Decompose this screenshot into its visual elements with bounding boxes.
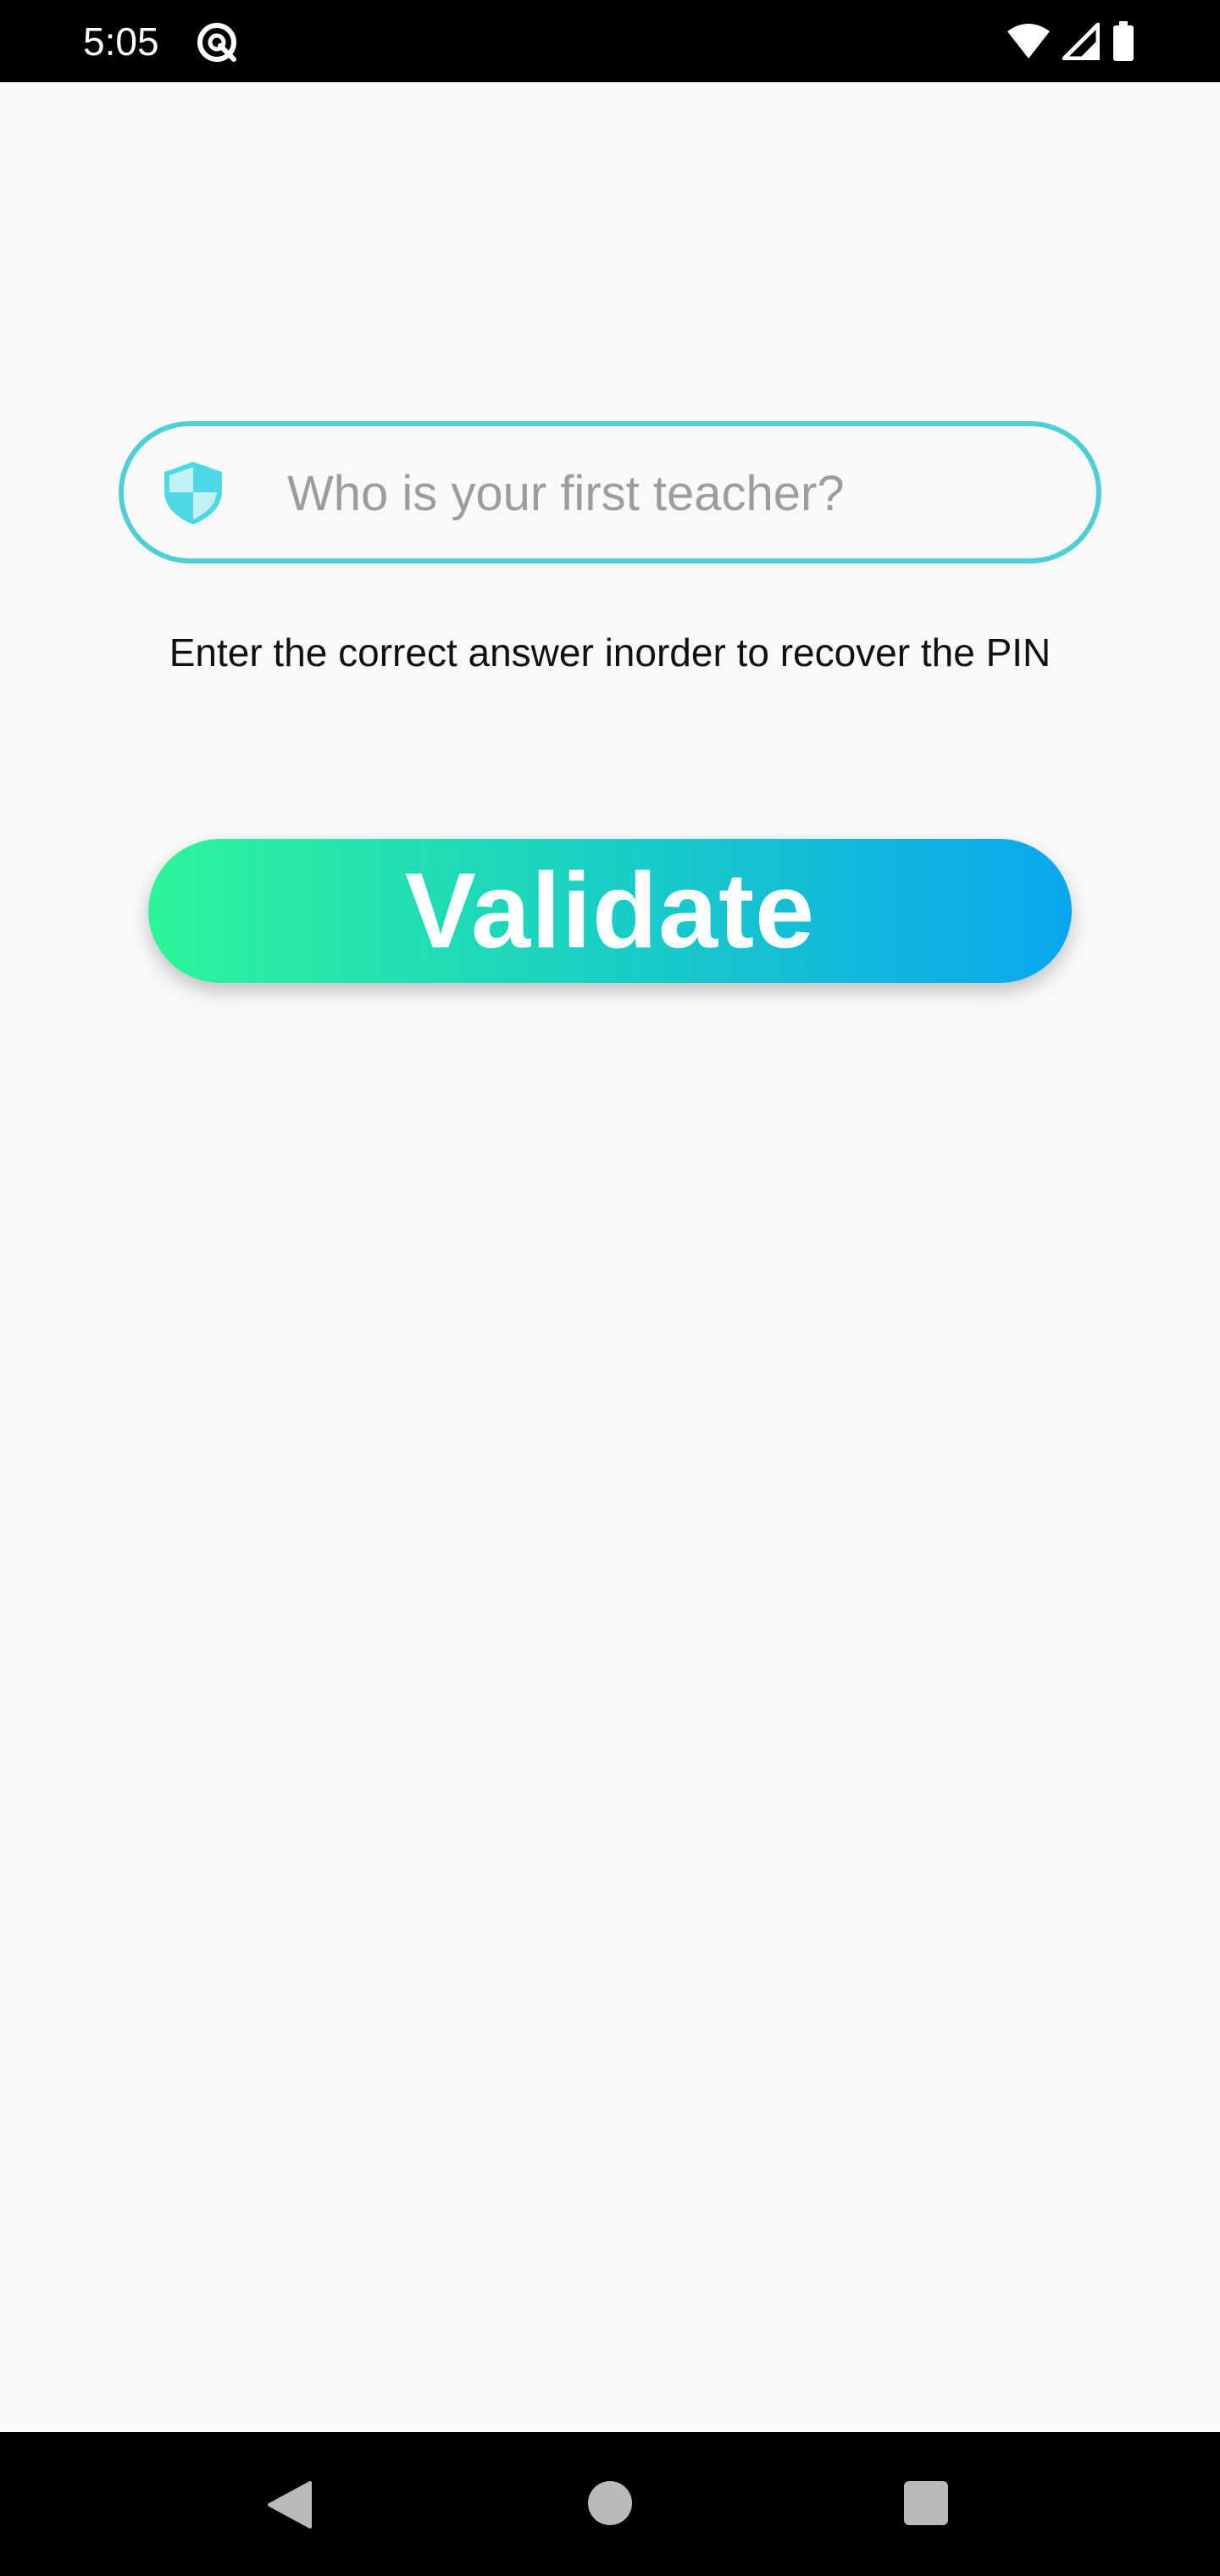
security-answer-field[interactable] xyxy=(119,421,1101,564)
pin-recovery-screen: 5:05 Who is your first teacher? Enter th… xyxy=(0,0,1220,2576)
sync-icon xyxy=(195,20,239,64)
battery-icon xyxy=(1112,21,1135,62)
back-icon[interactable] xyxy=(266,2479,313,2530)
validate-button-label: Validate xyxy=(404,851,816,970)
hint-text: Enter the correct answer inorder to reco… xyxy=(169,630,1051,675)
validate-button[interactable]: Validate xyxy=(148,839,1072,983)
shield-icon xyxy=(161,460,225,526)
status-icons xyxy=(1006,19,1135,64)
status-bar: 5:05 xyxy=(0,0,1220,82)
wifi-icon xyxy=(1006,23,1051,60)
security-answer-input[interactable] xyxy=(287,452,1067,535)
signal-icon xyxy=(1062,23,1100,60)
recents-icon[interactable] xyxy=(904,2481,948,2525)
navigation-bar xyxy=(0,2432,1220,2576)
status-time: 5:05 xyxy=(83,19,159,64)
home-icon[interactable] xyxy=(588,2481,632,2525)
